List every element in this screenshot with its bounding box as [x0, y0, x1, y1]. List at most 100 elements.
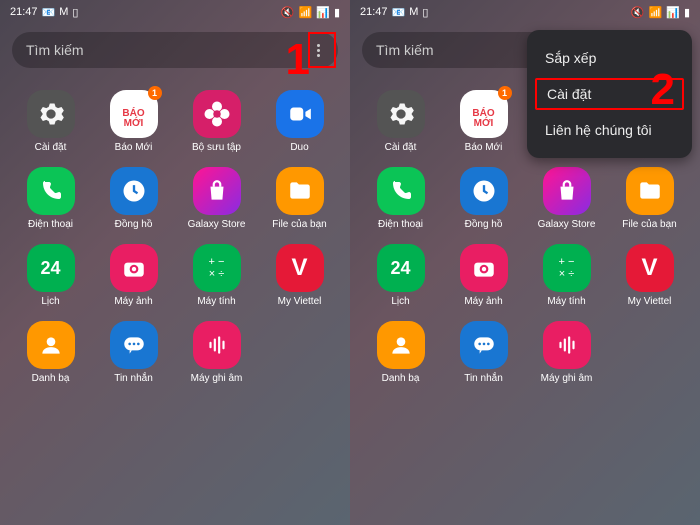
app-clock[interactable]: Đồng hồ — [95, 167, 172, 230]
status-right: 🔇📶📊▮ — [631, 6, 690, 19]
app-label: Duo — [290, 142, 308, 153]
notification-badge: 1 — [148, 86, 162, 100]
files-icon — [276, 167, 324, 215]
app-label: Tin nhắn — [464, 373, 503, 384]
app-label: Galaxy Store — [538, 219, 596, 230]
msg-icon — [460, 321, 508, 369]
menu-item-contact[interactable]: Liên hệ chúng tôi — [527, 112, 692, 148]
app-label: Cài đặt — [35, 142, 67, 153]
app-viettel[interactable]: V My Viettel — [261, 244, 338, 307]
app-label: My Viettel — [278, 296, 322, 307]
app-label: Đồng hồ — [465, 219, 503, 230]
files-icon — [626, 167, 674, 215]
app-label: My Viettel — [628, 296, 672, 307]
camera-icon — [110, 244, 158, 292]
baomoi-icon: BÁO MỚI1 — [110, 90, 158, 138]
phone-icon — [377, 167, 425, 215]
contacts-icon — [27, 321, 75, 369]
contacts-icon — [377, 321, 425, 369]
app-voice[interactable]: Máy ghi âm — [178, 321, 255, 384]
app-voice[interactable]: Máy ghi âm — [528, 321, 605, 384]
phone-icon — [27, 167, 75, 215]
app-label: Điện thoại — [378, 219, 423, 230]
app-label: Báo Mới — [115, 142, 153, 153]
status-bar: 21:47 📧M▯ 🔇📶📊▮ — [350, 0, 700, 24]
app-grid: Cài đặt BÁO MỚI1 Báo Mới Bộ sưu tập Duo Điện … — [0, 76, 350, 398]
app-clock[interactable]: Đồng hồ — [445, 167, 522, 230]
app-label: Máy ghi âm — [191, 373, 243, 384]
app-calc[interactable]: + −× ÷ Máy tính — [528, 244, 605, 307]
screen-left: 21:47 📧M▯ 🔇📶📊▮ Tìm kiếm 1 Cài đặt BÁO MỚI… — [0, 0, 350, 525]
status-left: 21:47 📧M▯ — [10, 6, 78, 19]
cal-icon: 24 — [377, 244, 425, 292]
app-contacts[interactable]: Danh bạ — [12, 321, 89, 384]
app-msg[interactable]: Tin nhắn — [95, 321, 172, 384]
app-label: Lịch — [41, 296, 59, 307]
store-icon — [543, 167, 591, 215]
voice-icon — [193, 321, 241, 369]
status-right: 🔇📶📊▮ — [281, 6, 340, 19]
app-label: Báo Mới — [465, 142, 503, 153]
app-label: Máy tính — [547, 296, 585, 307]
app-label: Tin nhắn — [114, 373, 153, 384]
app-label: Lịch — [391, 296, 409, 307]
app-files[interactable]: File của bạn — [611, 167, 688, 230]
app-label: Đồng hồ — [115, 219, 153, 230]
notification-badge: 1 — [498, 86, 512, 100]
app-phone[interactable]: Điện thoại — [12, 167, 89, 230]
app-camera[interactable]: Máy ảnh — [95, 244, 172, 307]
app-label: Bộ sưu tập — [192, 142, 241, 153]
cal-icon: 24 — [27, 244, 75, 292]
status-bar: 21:47 📧M▯ 🔇📶📊▮ — [0, 0, 350, 24]
viettel-icon: V — [626, 244, 674, 292]
app-store[interactable]: Galaxy Store — [178, 167, 255, 230]
camera-icon — [460, 244, 508, 292]
app-label: Cài đặt — [385, 142, 417, 153]
status-left: 21:47 📧M▯ — [360, 6, 428, 19]
app-cal[interactable]: 24 Lịch — [362, 244, 439, 307]
app-camera[interactable]: Máy ảnh — [445, 244, 522, 307]
time: 21:47 — [360, 6, 388, 18]
app-label: File của bạn — [622, 219, 676, 230]
app-cal[interactable]: 24 Lịch — [12, 244, 89, 307]
app-baomoi[interactable]: BÁO MỚI1 Báo Mới — [95, 90, 172, 153]
baomoi-icon: BÁO MỚI1 — [460, 90, 508, 138]
viettel-icon: V — [276, 244, 324, 292]
annotation-number-1: 1 — [286, 35, 310, 85]
time: 21:47 — [10, 6, 38, 18]
flower-icon — [193, 90, 241, 138]
app-baomoi[interactable]: BÁO MỚI1 Báo Mới — [445, 90, 522, 153]
app-store[interactable]: Galaxy Store — [528, 167, 605, 230]
msg-icon — [110, 321, 158, 369]
calc-icon: + −× ÷ — [543, 244, 591, 292]
gear-icon — [27, 90, 75, 138]
app-label: Điện thoại — [28, 219, 73, 230]
store-icon — [193, 167, 241, 215]
app-label: Máy tính — [197, 296, 235, 307]
voice-icon — [543, 321, 591, 369]
app-viettel[interactable]: V My Viettel — [611, 244, 688, 307]
app-label: Galaxy Store — [188, 219, 246, 230]
app-phone[interactable]: Điện thoại — [362, 167, 439, 230]
app-contacts[interactable]: Danh bạ — [362, 321, 439, 384]
app-msg[interactable]: Tin nhắn — [445, 321, 522, 384]
app-label: Danh bạ — [382, 373, 420, 384]
app-label: File của bạn — [272, 219, 326, 230]
calc-icon: + −× ÷ — [193, 244, 241, 292]
gear-icon — [377, 90, 425, 138]
clock-icon — [460, 167, 508, 215]
app-label: Máy ảnh — [464, 296, 502, 307]
app-files[interactable]: File của bạn — [261, 167, 338, 230]
app-gear[interactable]: Cài đặt — [362, 90, 439, 153]
annotation-number-2: 2 — [651, 65, 675, 115]
app-flower[interactable]: Bộ sưu tập — [178, 90, 255, 153]
app-label: Danh bạ — [32, 373, 70, 384]
screen-right: 21:47 📧M▯ 🔇📶📊▮ Tìm kiếm Sắp xếp Cài đặt … — [350, 0, 700, 525]
app-calc[interactable]: + −× ÷ Máy tính — [178, 244, 255, 307]
clock-icon — [110, 167, 158, 215]
app-gear[interactable]: Cài đặt — [12, 90, 89, 153]
search-placeholder: Tìm kiếm — [26, 42, 313, 58]
app-label: Máy ảnh — [114, 296, 152, 307]
duo-icon — [276, 90, 324, 138]
app-duo[interactable]: Duo — [261, 90, 338, 153]
